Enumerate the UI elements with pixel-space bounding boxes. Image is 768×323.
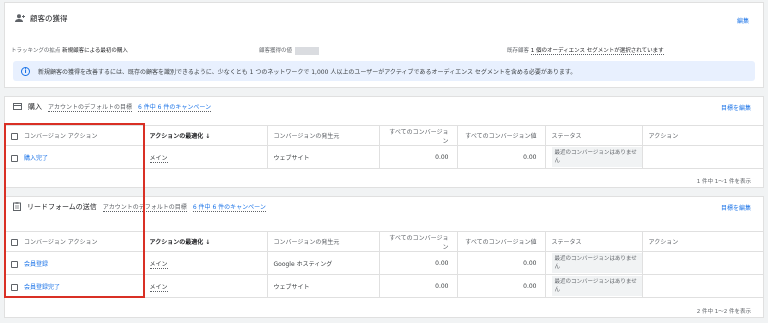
conversions-value: 0.00 [378, 251, 457, 275]
col-action[interactable]: アクション [641, 125, 763, 146]
conversion-value-cell: 0.00 [456, 251, 545, 275]
action-cell [641, 251, 763, 275]
col-status[interactable]: ステータス [544, 231, 642, 252]
source-value: Google ホスティング [266, 251, 379, 275]
conversions-value: 0.00 [378, 145, 457, 169]
pagination-text: 2 件中 1〜2 件を表示 [696, 309, 751, 315]
tracking-setting: トラッキングの拡点 新規顧客による最初の購入 [11, 48, 128, 54]
goal-label[interactable]: アカウントのデフォルトの目標 [48, 102, 133, 112]
existing-customers-setting: 既存顧客 1 個のオーディエンス セグメントが選択されています [507, 48, 664, 55]
clipboard-icon [13, 201, 21, 213]
select-all-checkbox[interactable] [11, 239, 18, 246]
col-all-conversions[interactable]: すべてのコンバージョン [378, 231, 457, 252]
campaigns-link[interactable]: 6 件中 6 件のキャンペーン [192, 202, 266, 212]
info-banner: i 新規顧客の獲得を改善するには、既存の顧客を識別できるように、少なくとも 1 … [13, 61, 755, 81]
optimization-value[interactable]: メイン [149, 260, 168, 269]
conversions-value: 0.00 [378, 274, 457, 298]
conversion-action-link[interactable]: 会員登録 [24, 261, 48, 268]
section-header: 購入 アカウントのデフォルトの目標 6 件中 6 件のキャンペーン [5, 97, 763, 117]
goal-label[interactable]: アカウントのデフォルトの目標 [102, 202, 187, 212]
status-badge: 最近のコンバージョンはありません [551, 276, 642, 296]
source-value: ウェブサイト [266, 274, 379, 298]
conversion-action-link[interactable]: 購入完了 [24, 155, 48, 162]
col-conversion-action[interactable]: コンバージョン アクション [5, 231, 143, 252]
table-header-row: コンバージョン アクション アクションの最適化 ↓ コンバージョンの発生元 すべ… [5, 231, 763, 252]
col-all-conversion-value[interactable]: すべてのコンバージョン値 [456, 231, 545, 252]
col-source[interactable]: コンバージョンの発生元 [266, 231, 379, 252]
conversion-value-cell: 0.00 [456, 145, 545, 169]
table-row: 会員登録完了 メイン ウェブサイト 0.00 0.00 最近のコンバージョンはあ… [5, 274, 763, 298]
row-checkbox[interactable] [11, 283, 18, 291]
col-optimization[interactable]: アクションの最適化 ↓ [142, 125, 267, 146]
section-title: リードフォームの送信 [27, 203, 97, 211]
arrow-down-icon: ↓ [205, 133, 211, 140]
conversion-table: コンバージョン アクション アクションの最適化 ↓ コンバージョンの発生元 すべ… [5, 231, 763, 298]
panel-title: 顧客の獲得 [15, 13, 68, 24]
row-checkbox[interactable] [11, 260, 18, 268]
source-value: ウェブサイト [266, 145, 379, 169]
col-all-conversions[interactable]: すべてのコンバージョン [378, 125, 457, 146]
conversion-value-cell: 0.00 [456, 274, 545, 298]
arrow-down-icon: ↓ [205, 239, 211, 246]
edit-goal-link[interactable]: 目標を編集 [721, 103, 751, 112]
table-header-row: コンバージョン アクション アクションの最適化 ↓ コンバージョンの発生元 すべ… [5, 125, 763, 146]
goal-section-lead-form: リードフォームの送信 アカウントのデフォルトの目標 6 件中 6 件のキャンペー… [4, 196, 764, 318]
status-badge: 最近のコンバージョンはありません [551, 147, 642, 167]
select-all-checkbox[interactable] [11, 133, 18, 140]
conversion-action-link[interactable]: 会員登録完了 [24, 284, 60, 291]
col-source[interactable]: コンバージョンの発生元 [266, 125, 379, 146]
panel-title-text: 顧客の獲得 [30, 14, 68, 23]
cart-icon [13, 102, 22, 112]
row-checkbox[interactable] [11, 154, 18, 162]
col-conversion-action[interactable]: コンバージョン アクション [5, 125, 143, 146]
col-all-conversion-value[interactable]: すべてのコンバージョン値 [456, 125, 545, 146]
redacted-value [295, 46, 320, 55]
action-cell [641, 274, 763, 298]
table-row: 会員登録 メイン Google ホスティング 0.00 0.00 最近のコンバー… [5, 251, 763, 275]
optimization-value[interactable]: メイン [149, 283, 168, 292]
info-icon: i [21, 66, 30, 76]
conversion-table: コンバージョン アクション アクションの最適化 ↓ コンバージョンの発生元 すべ… [5, 125, 763, 169]
table-row: 購入完了 メイン ウェブサイト 0.00 0.00 最近のコンバージョンはありま… [5, 145, 763, 169]
col-optimization[interactable]: アクションの最適化 ↓ [142, 231, 267, 252]
acquisition-settings-row: トラッキングの拡点 新規顧客による最初の購入 顧客獲得の値 既存顧客 1 個のオ… [11, 46, 703, 56]
customer-acquisition-panel: 顧客の獲得 編集 トラッキングの拡点 新規顧客による最初の購入 顧客獲得の値 既… [4, 2, 764, 88]
info-text: 新規顧客の獲得を改善するには、既存の顧客を識別できるように、少なくとも 1 つの… [38, 68, 577, 76]
col-action[interactable]: アクション [641, 231, 763, 252]
edit-goal-link[interactable]: 目標を編集 [721, 203, 751, 212]
optimization-value[interactable]: メイン [149, 154, 168, 163]
edit-link[interactable]: 編集 [737, 16, 749, 25]
section-title: 購入 [28, 103, 42, 111]
value-setting: 顧客獲得の値 [259, 46, 320, 55]
goal-section-purchase: 購入 アカウントのデフォルトの目標 6 件中 6 件のキャンペーン 目標を編集 … [4, 96, 764, 188]
section-header: リードフォームの送信 アカウントのデフォルトの目標 6 件中 6 件のキャンペー… [5, 197, 763, 217]
person-add-icon [15, 13, 25, 24]
status-badge: 最近のコンバージョンはありません [551, 253, 642, 273]
pagination-text: 1 件中 1〜1 件を表示 [696, 179, 751, 185]
campaigns-link[interactable]: 6 件中 6 件のキャンペーン [138, 102, 212, 112]
action-cell [641, 145, 763, 169]
col-status[interactable]: ステータス [544, 125, 642, 146]
